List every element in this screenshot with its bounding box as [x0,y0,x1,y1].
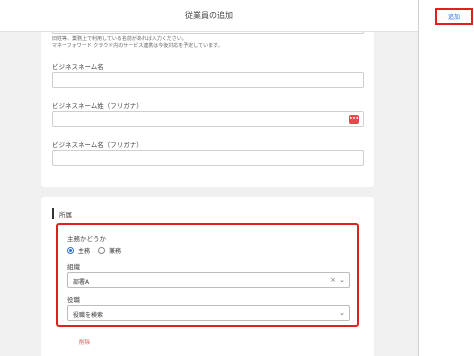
previous-input-field[interactable] [52,32,364,34]
business-name-kana-last-input[interactable]: ••• [52,111,364,127]
position-select[interactable]: 役職を検索 ⌄ [67,305,350,321]
radio-concurrent-duty[interactable] [98,247,106,254]
main-or-sub-radio-group: 主務 兼務 [67,246,125,255]
business-name-label: ビジネスネーム名 [52,63,104,71]
radio-main-duty-label: 主務 [78,248,91,255]
position-label: 役職 [67,296,80,304]
side-panel [418,0,474,356]
main-area: 従業員の追加 旧姓等、業務上で利用している名前があれば入力ください。 マネーフォ… [0,0,418,356]
chevron-down-icon[interactable]: ⌄ [339,276,345,284]
section-marker [52,208,54,219]
business-name-input[interactable] [52,72,364,88]
business-name-kana-first-input[interactable] [52,150,364,166]
affiliation-section-title: 所属 [59,211,72,219]
clear-icon[interactable]: × [330,276,336,284]
business-name-kana-last-label: ビジネスネーム姓（フリガナ） [52,102,143,110]
password-manager-icon[interactable]: ••• [349,115,359,124]
add-button[interactable]: 追加 [435,8,473,25]
business-name-kana-first-label: ビジネスネーム名（フリガナ） [52,141,143,149]
main-or-sub-label: 主務かどうか [67,235,106,243]
modal-header: 従業員の追加 [0,0,418,32]
department-select[interactable]: 部署A × ⌄ [67,272,350,288]
department-label: 組織 [67,263,80,271]
department-value: 部署A [73,279,90,286]
help-text-line-1: 旧姓等、業務上で利用している名前があれば入力ください。 [52,36,187,42]
help-text-line-2: マネーフォワード クラウド内のサービス連携は今後対応を予定しています。 [52,43,223,49]
chevron-down-icon[interactable]: ⌄ [339,309,345,317]
radio-main-duty[interactable] [67,247,74,254]
radio-concurrent-duty-label: 兼務 [109,248,122,255]
page-title: 従業員の追加 [185,11,233,20]
position-placeholder: 役職を検索 [73,312,104,319]
delete-affiliation-link[interactable]: 削除 [79,338,90,346]
